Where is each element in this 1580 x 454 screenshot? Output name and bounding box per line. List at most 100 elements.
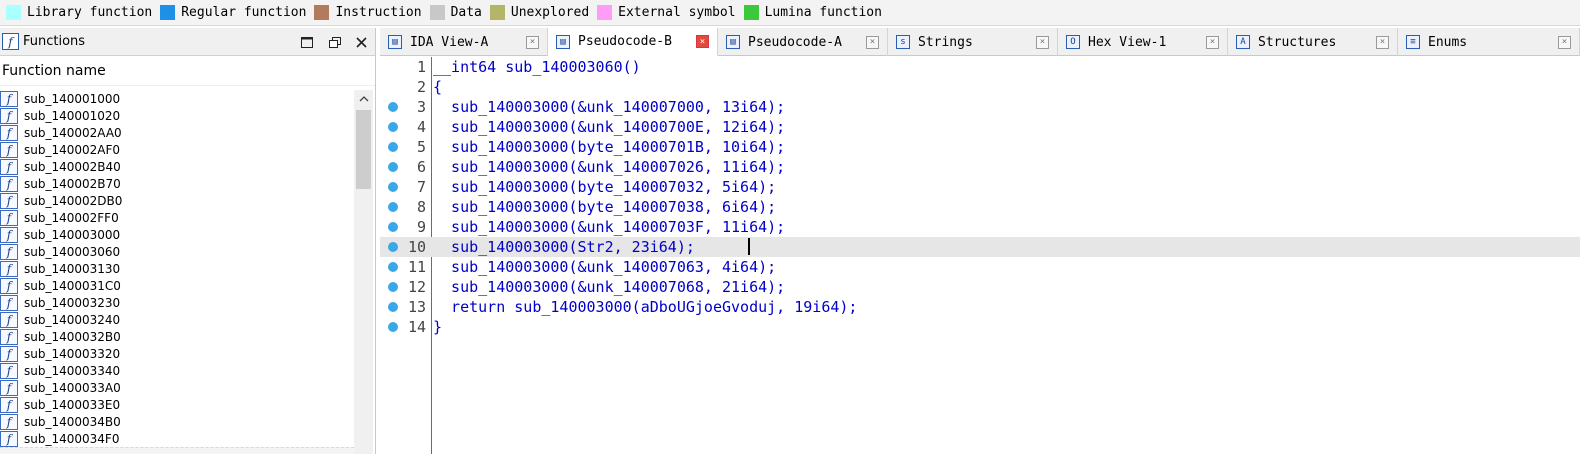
code-line[interactable]: 4 sub_140003000(&unk_14000700E, 12i64);: [380, 117, 1580, 137]
legend-swatch: [429, 5, 445, 20]
function-icon: f: [0, 243, 18, 260]
function-list-item[interactable]: f sub_140003230: [0, 294, 354, 311]
tab-structures[interactable]: A Structures ×: [1228, 28, 1398, 56]
code-line[interactable]: 5 sub_140003000(byte_14000701B, 10i64);: [380, 137, 1580, 157]
functions-scrollbar[interactable]: [354, 90, 373, 454]
tab-close-icon[interactable]: ×: [1206, 35, 1219, 49]
tab-enums[interactable]: ≡ Enums ×: [1398, 28, 1580, 56]
code-line[interactable]: 10 sub_140003000(Str2, 23i64);: [380, 237, 1580, 257]
function-list-item[interactable]: f sub_140003060: [0, 243, 354, 260]
function-list-item[interactable]: f sub_140003240: [0, 311, 354, 328]
legend-bar: Library function Regular function Instruct…: [0, 0, 1580, 26]
function-list-item[interactable]: [0, 447, 354, 454]
code-line[interactable]: 11 sub_140003000(&unk_140007063, 4i64);: [380, 257, 1580, 277]
code-text: sub_140003000(&unk_140007063, 4i64);: [433, 258, 777, 276]
tab-label: Pseudocode-A: [748, 34, 842, 50]
function-list-item[interactable]: f sub_140002AF0: [0, 141, 354, 158]
line-number: 1: [416, 58, 426, 76]
scrollbar-thumb[interactable]: [356, 110, 371, 189]
breakpoint-dot-icon[interactable]: [388, 322, 398, 332]
tab-close-icon[interactable]: ×: [1036, 35, 1049, 49]
code-text: sub_140003000(byte_140007032, 5i64);: [433, 178, 777, 196]
code-line[interactable]: 6 sub_140003000(&unk_140007026, 11i64);: [380, 157, 1580, 177]
code-line[interactable]: 2{: [380, 77, 1580, 97]
code-line[interactable]: 1 __int64 sub_140003060(): [380, 57, 1580, 77]
code-text: sub_140003000(&unk_140007026, 11i64);: [433, 158, 786, 176]
function-list-item[interactable]: f sub_1400034F0: [0, 430, 354, 447]
code-line[interactable]: 12 sub_140003000(&unk_140007068, 21i64);: [380, 277, 1580, 297]
code-line[interactable]: 3 sub_140003000(&unk_140007000, 13i64);: [380, 97, 1580, 117]
maximize-icon[interactable]: [298, 34, 316, 50]
code-text: sub_140003000(&unk_140007000, 13i64);: [433, 98, 786, 116]
tab-close-icon[interactable]: ×: [526, 35, 539, 49]
line-number: 8: [416, 198, 426, 216]
breakpoint-dot-icon[interactable]: [388, 282, 398, 292]
function-name: sub_140003240: [24, 312, 121, 327]
strings-icon: s: [896, 35, 910, 49]
tab-label: Pseudocode-B: [578, 34, 672, 49]
code-text: __int64 sub_140003060(): [433, 58, 641, 76]
function-list-item[interactable]: f sub_1400032B0: [0, 328, 354, 345]
function-list-item[interactable]: f sub_140003340: [0, 362, 354, 379]
code-line[interactable]: 13 return sub_140003000(aDboUGjoeGvoduj,…: [380, 297, 1580, 317]
breakpoint-dot-icon[interactable]: [388, 222, 398, 232]
breakpoint-dot-icon[interactable]: [388, 162, 398, 172]
scroll-up-icon[interactable]: [354, 90, 373, 108]
close-icon[interactable]: [352, 34, 370, 50]
breakpoint-dot-icon[interactable]: [388, 142, 398, 152]
function-list-item[interactable]: f sub_140001000: [0, 90, 354, 107]
tab-ida-view-a[interactable]: ▤ IDA View-A ×: [380, 28, 548, 56]
code-line[interactable]: 14}: [380, 317, 1580, 337]
legend-item: Lumina function: [743, 5, 882, 20]
functions-list[interactable]: f sub_140001000 f sub_140001020 f sub_140002A…: [0, 90, 354, 454]
breakpoint-dot-icon[interactable]: [388, 102, 398, 112]
breakpoint-dot-icon[interactable]: [388, 182, 398, 192]
line-number: 3: [416, 98, 426, 116]
function-list-item[interactable]: f sub_140002FF0: [0, 209, 354, 226]
breakpoint-dot-icon[interactable]: [388, 202, 398, 212]
function-list-item[interactable]: f sub_140001020: [0, 107, 354, 124]
code-line[interactable]: 7 sub_140003000(byte_140007032, 5i64);: [380, 177, 1580, 197]
function-name: sub_1400033E0: [24, 397, 121, 412]
tab-hex-view-1[interactable]: O Hex View-1 ×: [1058, 28, 1228, 56]
tab-close-icon[interactable]: ×: [1376, 35, 1389, 49]
function-list-item[interactable]: f sub_140002B40: [0, 158, 354, 175]
breakpoint-dot-icon[interactable]: [388, 242, 398, 252]
tab-pseudocode-a[interactable]: ▤ Pseudocode-A ×: [718, 28, 888, 56]
line-number: 13: [407, 298, 426, 316]
function-list-item[interactable]: f sub_140002B70: [0, 175, 354, 192]
function-list-item[interactable]: f sub_1400033E0: [0, 396, 354, 413]
function-list-item[interactable]: f sub_140003130: [0, 260, 354, 277]
function-list-item[interactable]: f sub_1400031C0: [0, 277, 354, 294]
tab-close-icon[interactable]: ×: [696, 35, 709, 48]
functions-panel-title: Functions: [23, 34, 86, 49]
tab-pseudocode-b[interactable]: ▤ Pseudocode-B ×: [548, 28, 718, 56]
function-icon: f: [0, 413, 18, 430]
legend-label: External symbol: [618, 5, 736, 20]
function-name: sub_1400032B0: [24, 329, 121, 344]
function-list-item[interactable]: f sub_140003000: [0, 226, 354, 243]
code-line[interactable]: 8 sub_140003000(byte_140007038, 6i64);: [380, 197, 1580, 217]
legend-item: Unexplored: [489, 5, 589, 20]
legend-label: Library function: [27, 5, 153, 20]
function-icon: f: [0, 396, 18, 413]
breakpoint-dot-icon[interactable]: [388, 262, 398, 272]
function-list-item[interactable]: f sub_140002AA0: [0, 124, 354, 141]
breakpoint-dot-icon[interactable]: [388, 302, 398, 312]
tab-strings[interactable]: s Strings ×: [888, 28, 1058, 56]
legend-swatch: [160, 5, 176, 20]
tab-close-icon[interactable]: ×: [1558, 35, 1571, 49]
column-header-function-name[interactable]: Function name: [0, 56, 375, 86]
restore-icon[interactable]: [326, 34, 344, 50]
code-line[interactable]: 9 sub_140003000(&unk_14000703F, 11i64);: [380, 217, 1580, 237]
function-list-item[interactable]: f sub_140002DB0: [0, 192, 354, 209]
line-number: 14: [407, 318, 426, 336]
function-list-item[interactable]: f sub_140003320: [0, 345, 354, 362]
tab-close-icon[interactable]: ×: [866, 35, 879, 49]
line-number: 6: [416, 158, 426, 176]
function-list-item[interactable]: f sub_1400034B0: [0, 413, 354, 430]
function-list-item[interactable]: f sub_1400033A0: [0, 379, 354, 396]
enums-icon: ≡: [1406, 35, 1420, 49]
breakpoint-dot-icon[interactable]: [388, 122, 398, 132]
pseudocode-view[interactable]: 1 __int64 sub_140003060() 2{3 sub_14000300…: [380, 57, 1580, 454]
